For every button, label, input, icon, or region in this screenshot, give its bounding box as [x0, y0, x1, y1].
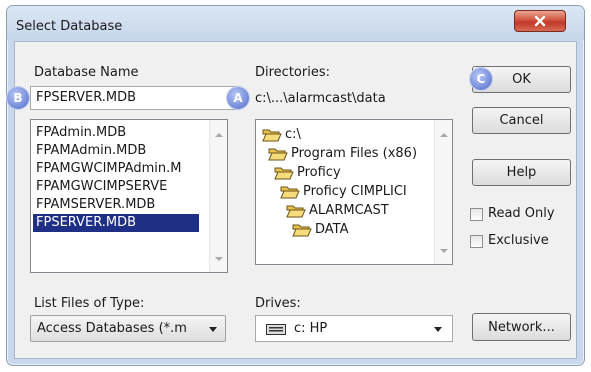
callout-badge-a: A: [227, 87, 249, 109]
scroll-up-icon[interactable]: [215, 133, 223, 137]
network-button[interactable]: Network...: [472, 313, 571, 341]
current-directory-path: c:\...\alarmcast\data: [255, 91, 386, 106]
network-button-label: Network...: [488, 319, 555, 335]
directory-name: DATA: [315, 222, 349, 237]
list-item-selected[interactable]: FPSERVER.MDB: [33, 214, 199, 232]
exclusive-label: Exclusive: [488, 233, 549, 248]
hard-drive-icon: [266, 324, 286, 335]
help-button-label: Help: [506, 165, 537, 180]
folder-open-icon: [292, 224, 312, 236]
close-icon: [534, 15, 546, 27]
directory-row[interactable]: ALARMCAST: [256, 201, 432, 220]
read-only-checkbox[interactable]: Read Only: [470, 206, 575, 224]
cancel-button-label: Cancel: [499, 113, 544, 128]
read-only-checkbox-box[interactable]: [470, 208, 483, 221]
folder-open-icon: [286, 205, 306, 217]
scroll-down-icon[interactable]: [215, 257, 223, 261]
folder-open-icon: [274, 167, 294, 179]
file-type-select[interactable]: Access Databases (*.m: [30, 315, 226, 342]
database-name-value: FPSERVER.MDB: [36, 90, 137, 105]
database-name-label: Database Name: [34, 65, 139, 80]
directory-row[interactable]: Program Files (x86): [256, 144, 432, 163]
list-item[interactable]: FPAdmin.MDB: [33, 124, 199, 142]
ok-button-label: OK: [512, 72, 531, 87]
directory-row[interactable]: DATA: [256, 220, 432, 239]
directory-tree[interactable]: c:\ Program Files (x86) Proficy Proficy …: [255, 119, 453, 265]
scroll-up-icon[interactable]: [440, 133, 448, 137]
cancel-button[interactable]: Cancel: [472, 107, 571, 134]
drives-label: Drives:: [255, 296, 301, 311]
list-item[interactable]: FPAMAdmin.MDB: [33, 142, 199, 160]
folder-open-icon: [280, 186, 300, 198]
help-button[interactable]: Help: [472, 159, 571, 186]
directory-row[interactable]: c:\: [256, 125, 432, 144]
list-item[interactable]: FPAMSERVER.MDB: [33, 196, 199, 214]
folder-open-icon: [262, 129, 282, 141]
database-name-input[interactable]: FPSERVER.MDB: [30, 86, 240, 110]
window-title: Select Database: [16, 19, 123, 34]
directory-name: Program Files (x86): [291, 146, 418, 161]
callout-badge-c: C: [470, 68, 492, 90]
close-button[interactable]: [514, 10, 566, 32]
chevron-down-icon: [209, 327, 217, 332]
directory-name: Proficy: [297, 165, 341, 180]
file-list[interactable]: FPAdmin.MDB FPAMAdmin.MDB FPAMGWCIMPAdmi…: [30, 119, 228, 273]
directory-row[interactable]: Proficy CIMPLICI: [256, 182, 432, 201]
directory-name: Proficy CIMPLICI: [303, 184, 407, 199]
exclusive-checkbox-box[interactable]: [470, 235, 483, 248]
drives-select[interactable]: c: HP: [255, 315, 453, 342]
file-list-scrollbar[interactable]: [209, 120, 227, 272]
drives-value: c: HP: [294, 321, 328, 336]
chevron-down-icon: [434, 327, 442, 332]
directory-tree-scrollbar[interactable]: [434, 120, 452, 264]
file-type-value: Access Databases (*.m: [37, 321, 187, 336]
directories-label: Directories:: [255, 65, 330, 80]
list-item[interactable]: FPAMGWCIMPAdmin.M: [33, 160, 199, 178]
directory-name: c:\: [285, 127, 301, 142]
file-type-label: List Files of Type:: [34, 296, 145, 311]
exclusive-checkbox[interactable]: Exclusive: [470, 233, 575, 251]
list-item[interactable]: FPAMGWCIMPSERVE: [33, 178, 199, 196]
directory-row[interactable]: Proficy: [256, 163, 432, 182]
folder-open-icon: [268, 148, 288, 160]
callout-badge-b: B: [7, 87, 29, 109]
directory-name: ALARMCAST: [309, 203, 389, 218]
scroll-down-icon[interactable]: [440, 249, 448, 253]
read-only-label: Read Only: [488, 206, 555, 221]
